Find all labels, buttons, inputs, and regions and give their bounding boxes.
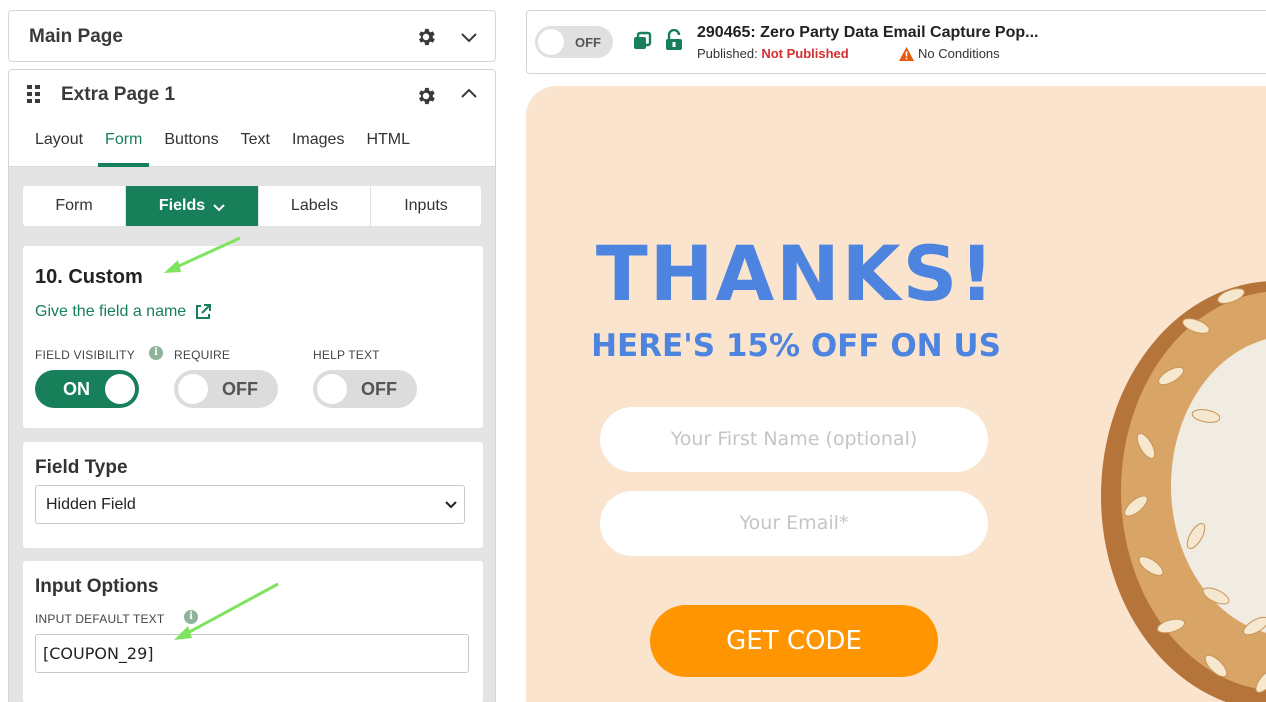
subtab-inputs-label: Inputs — [404, 197, 448, 214]
tab-images[interactable]: Images — [292, 130, 344, 167]
publish-status-value: Not Published — [761, 46, 849, 61]
gear-icon[interactable] — [415, 26, 437, 48]
form-subtabs: Form Fields Labels Inputs — [23, 186, 481, 226]
editor-tabs: Layout Form Buttons Text Images HTML — [35, 130, 432, 167]
get-code-button[interactable]: GET CODE — [650, 605, 938, 677]
subtab-labels[interactable]: Labels — [259, 186, 371, 226]
popup-title: 290465: Zero Party Data Email Capture Po… — [697, 24, 1039, 41]
unlock-icon[interactable] — [665, 28, 683, 51]
conditions-status[interactable]: No Conditions — [899, 46, 1000, 61]
extra-page-title: Extra Page 1 — [61, 84, 176, 105]
main-page-title: Main Page — [29, 26, 123, 47]
field-type-title: Field Type — [35, 457, 128, 478]
tab-text[interactable]: Text — [241, 130, 270, 167]
gear-icon[interactable] — [415, 85, 437, 107]
publish-status: Published: Not Published — [697, 46, 849, 61]
toggle-knob — [538, 29, 564, 55]
help-text-label: HELP TEXT — [313, 348, 380, 362]
field-type-select[interactable]: Hidden Field — [35, 485, 465, 524]
chevron-down-icon[interactable] — [459, 27, 479, 47]
require-label: REQUIRE — [174, 348, 231, 362]
popup-header-bar: OFF 290465: Zero Party Data Email Captur… — [526, 10, 1266, 74]
chevron-down-icon — [213, 200, 225, 212]
field-type-value: Hidden Field — [46, 496, 136, 513]
preview-subheadline: HERE'S 15% OFF ON US — [591, 328, 1001, 364]
field-title: 10. Custom — [35, 266, 143, 288]
extra-page-header: Extra Page 1 Layout Form Buttons Text Im… — [9, 70, 495, 167]
chevron-down-icon — [444, 498, 458, 512]
subtab-form-label: Form — [55, 197, 93, 214]
publish-status-prefix: Published: — [697, 46, 758, 61]
tab-layout[interactable]: Layout — [35, 130, 83, 167]
field-type-card: Field Type Hidden Field — [23, 442, 483, 548]
subtab-fields[interactable]: Fields — [126, 186, 259, 226]
subtab-form[interactable]: Form — [23, 186, 126, 226]
tab-form[interactable]: Form — [97, 130, 150, 167]
popup-active-toggle[interactable]: OFF — [535, 26, 613, 58]
conditions-text: No Conditions — [918, 46, 1000, 61]
input-options-card: Input Options INPUT DEFAULT TEXT i — [23, 561, 483, 702]
toggle-knob — [105, 374, 135, 404]
require-toggle-label: OFF — [222, 379, 258, 399]
custom-field-card: 10. Custom Give the field a name FIELD V… — [23, 246, 483, 428]
external-link-icon — [194, 303, 212, 321]
info-icon[interactable]: i — [184, 610, 198, 624]
warning-icon — [899, 46, 914, 61]
copy-icon[interactable] — [632, 31, 652, 51]
input-default-text-label: INPUT DEFAULT TEXT — [35, 612, 165, 626]
field-name-link[interactable]: Give the field a name — [35, 303, 212, 321]
preview-headline: THANKS! — [595, 229, 997, 318]
subtab-fields-label: Fields — [158, 197, 206, 214]
help-text-toggle[interactable]: OFF — [313, 370, 417, 408]
info-icon[interactable]: i — [149, 346, 163, 360]
input-default-text-field[interactable] — [35, 634, 469, 673]
drag-handle-icon[interactable] — [27, 85, 41, 103]
toggle-knob — [317, 374, 347, 404]
extra-page-section: Extra Page 1 Layout Form Buttons Text Im… — [8, 69, 496, 702]
popup-toggle-label: OFF — [575, 35, 601, 50]
field-name-link-text: Give the field a name — [35, 303, 187, 320]
input-options-title: Input Options — [35, 576, 159, 597]
tab-buttons[interactable]: Buttons — [164, 130, 218, 167]
help-text-toggle-label: OFF — [361, 379, 397, 399]
subtab-inputs[interactable]: Inputs — [371, 186, 481, 226]
chevron-up-icon[interactable] — [459, 84, 479, 104]
popup-preview: THANKS! HERE'S 15% OFF ON US Your First … — [526, 86, 1266, 702]
email-input[interactable]: Your Email* — [600, 491, 988, 556]
field-visibility-label: FIELD VISIBILITY — [35, 348, 135, 362]
toggle-knob — [178, 374, 208, 404]
first-name-input[interactable]: Your First Name (optional) — [600, 407, 988, 472]
pastry-image — [1101, 281, 1266, 702]
visibility-toggle-label: ON — [63, 379, 90, 399]
visibility-toggle[interactable]: ON — [35, 370, 139, 408]
subtab-labels-label: Labels — [290, 197, 339, 214]
tab-html[interactable]: HTML — [366, 130, 410, 167]
require-toggle[interactable]: OFF — [174, 370, 278, 408]
main-page-section[interactable]: Main Page — [8, 10, 496, 62]
